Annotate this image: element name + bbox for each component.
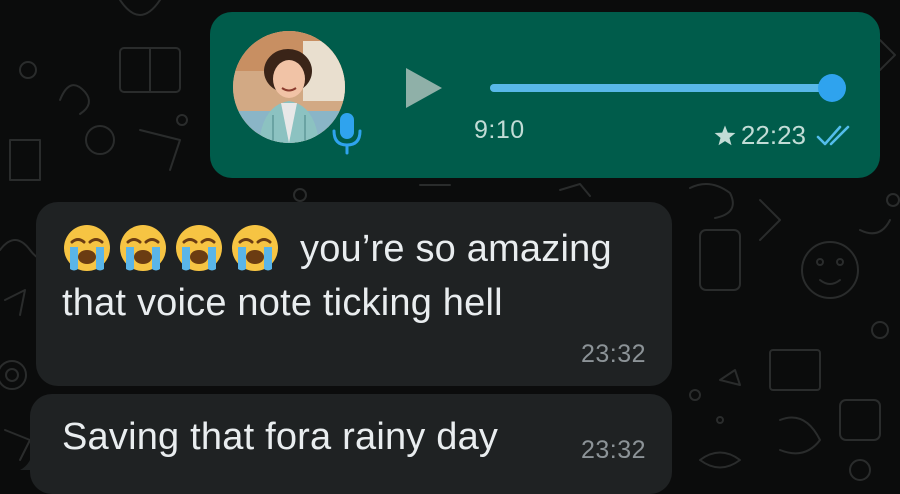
voice-duration: 9:10	[474, 116, 525, 144]
sender-avatar-group	[233, 31, 362, 155]
loudly-crying-face-icon	[232, 225, 278, 271]
message-bubble[interactable]: you’re so amazing that voice note tickin…	[36, 202, 672, 386]
loudly-crying-face-icon	[64, 225, 110, 271]
voice-progress-handle[interactable]	[818, 74, 846, 102]
loudly-crying-face-icon	[120, 225, 166, 271]
voice-note-meta: 22:23	[713, 120, 856, 151]
star-icon	[714, 125, 736, 145]
voice-note-bubble[interactable]: 9:10 22:23	[210, 12, 880, 178]
double-check-icon	[816, 125, 850, 145]
message-text-line: you’re so amazing	[300, 228, 612, 270]
voice-progress-track[interactable]	[490, 84, 832, 92]
chat-screen: { "voice_note": { "duration": "9:10", "t…	[0, 0, 900, 494]
message-timestamp: 23:32	[580, 436, 646, 464]
loudly-crying-face-icon	[176, 225, 222, 271]
voice-progress-fill	[490, 84, 832, 92]
message-text-line: Saving that fora rainy day	[62, 416, 499, 458]
message-bubble[interactable]: Saving that fora rainy day 23:32	[30, 394, 672, 494]
emoji-group	[62, 223, 280, 273]
play-icon[interactable]	[402, 64, 446, 112]
message-timestamp: 23:32	[580, 340, 646, 368]
voice-timestamp: 22:23	[740, 120, 806, 150]
mic-icon	[332, 113, 362, 155]
message-text-line: that voice note ticking hell	[62, 282, 503, 324]
